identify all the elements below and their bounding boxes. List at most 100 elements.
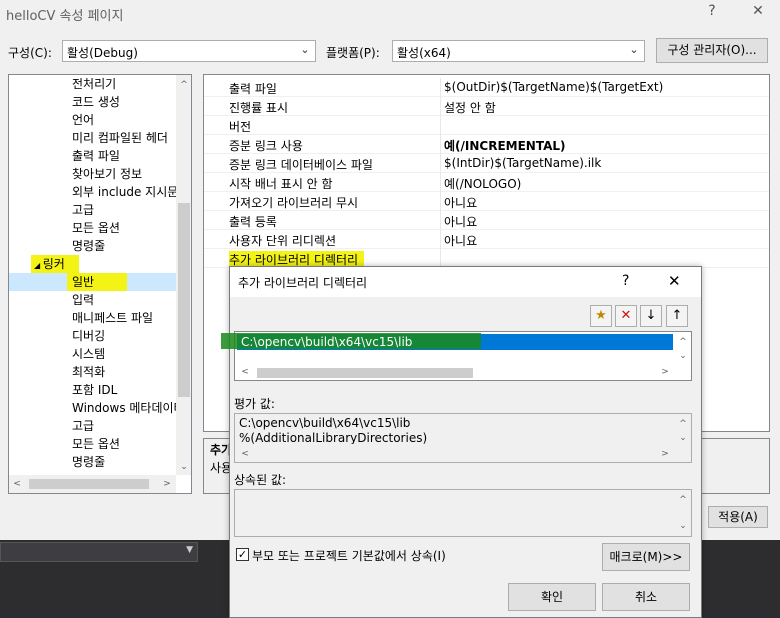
property-row[interactable]: 출력 파일 $(OutDir)$(TargetName)$(TargetExt): [204, 78, 769, 97]
column-divider: [440, 211, 441, 230]
property-row[interactable]: 진행률 표시 설정 안 함: [204, 97, 769, 116]
directory-entry[interactable]: C:\opencv\build\x64\vc15\lib: [241, 335, 412, 349]
inherit-checkbox-label[interactable]: 부모 또는 프로젝트 기본값에서 상속(I): [252, 547, 446, 564]
tree-item-linker[interactable]: ◢ 링커: [31, 255, 79, 273]
property-row[interactable]: 시작 배너 표시 안 함 예(/NOLOGO): [204, 173, 769, 192]
collapse-triangle-icon[interactable]: ◢: [34, 261, 43, 270]
tree-item[interactable]: 명령줄: [72, 453, 105, 471]
tree-item[interactable]: 고급: [72, 201, 94, 219]
dialog-close-button[interactable]: ✕: [668, 272, 681, 290]
column-divider: [440, 78, 441, 97]
property-row[interactable]: 버전: [204, 116, 769, 135]
scroll-right-icon[interactable]: >: [657, 364, 673, 380]
property-value[interactable]: 아니요: [444, 194, 477, 211]
property-value[interactable]: 설정 안 함: [444, 99, 496, 116]
inherited-label: 상속된 값:: [234, 473, 287, 487]
column-divider: [440, 192, 441, 211]
tree-item[interactable]: 찾아보기 정보: [72, 165, 142, 183]
config-value: 활성(Debug): [67, 46, 138, 60]
column-divider: [440, 230, 441, 249]
chevron-down-icon: ⌄: [300, 43, 310, 56]
property-row[interactable]: 가져오기 라이브러리 무시 아니요: [204, 192, 769, 211]
property-row[interactable]: 사용자 단위 리디렉션 아니요: [204, 230, 769, 249]
column-divider: [440, 173, 441, 192]
tree-item[interactable]: 명령줄: [72, 237, 105, 255]
close-button[interactable]: ✕: [744, 3, 772, 23]
directory-list[interactable]: C:\opencv\build\x64\vc15\lib ^ ⌄ < >: [221, 331, 692, 381]
apply-button[interactable]: 적용(A): [708, 506, 768, 528]
property-value[interactable]: 예(/INCREMENTAL): [444, 137, 566, 154]
cancel-button[interactable]: 취소: [602, 583, 690, 611]
tree-item[interactable]: 출력 파일: [72, 147, 120, 165]
tree-item[interactable]: 포함 IDL: [72, 381, 117, 399]
scroll-up-icon[interactable]: ^: [675, 492, 691, 508]
tree-item[interactable]: 최적화: [72, 363, 105, 381]
dialog-help-button[interactable]: ?: [622, 273, 629, 289]
tree-item[interactable]: 언어: [72, 111, 94, 129]
scroll-down-icon[interactable]: ⌄: [675, 430, 691, 446]
tree-item[interactable]: 모든 옵션: [72, 435, 120, 453]
category-tree: 전처리기 코드 생성 언어 미리 컴파일된 헤더 출력 파일 찾아보기 정보 외부 incl…: [8, 74, 192, 494]
list-hscroll-thumb[interactable]: [257, 368, 473, 378]
inherited-value-box: ^ ⌄: [234, 489, 692, 537]
property-value[interactable]: $(IntDir)$(TargetName).ilk: [444, 156, 601, 170]
tree-item[interactable]: 미리 컴파일된 헤더: [72, 129, 168, 147]
scroll-left-icon[interactable]: <: [237, 364, 253, 380]
scroll-right-icon[interactable]: >: [657, 446, 673, 462]
property-name: 출력 등록: [229, 215, 277, 229]
property-value[interactable]: 아니요: [444, 213, 477, 230]
evaluated-line-2: %(AdditionalLibraryDirectories): [239, 431, 428, 444]
tree-item[interactable]: 시스템: [72, 345, 105, 363]
property-name: 출력 파일: [229, 82, 277, 96]
tree-item[interactable]: 고급: [72, 417, 94, 435]
property-name: 버전: [229, 120, 252, 134]
help-button[interactable]: ?: [698, 3, 726, 23]
scroll-down-icon[interactable]: ⌄: [675, 518, 691, 534]
property-row[interactable]: 증분 링크 사용 예(/INCREMENTAL): [204, 135, 769, 154]
property-row[interactable]: 출력 등록 아니요: [204, 211, 769, 230]
config-manager-button[interactable]: 구성 관리자(O)...: [656, 38, 768, 63]
tree-item[interactable]: 디버깅: [72, 327, 105, 345]
property-name: 시작 배너 표시 안 함: [229, 177, 333, 191]
tree-item[interactable]: 모든 옵션: [72, 219, 120, 237]
new-line-icon[interactable]: ★: [590, 305, 612, 327]
ok-button[interactable]: 확인: [508, 583, 596, 611]
move-down-icon[interactable]: ↓: [640, 305, 662, 327]
tree-scroll-thumb[interactable]: [178, 203, 190, 397]
tree-item[interactable]: 입력: [72, 291, 94, 309]
property-value[interactable]: 예(/NOLOGO): [444, 175, 521, 192]
property-value[interactable]: $(OutDir)$(TargetName)$(TargetExt): [444, 80, 663, 94]
scroll-up-icon[interactable]: ^: [176, 77, 191, 93]
scroll-left-icon[interactable]: <: [237, 446, 253, 462]
move-up-icon[interactable]: ↑: [666, 305, 688, 327]
scroll-down-icon[interactable]: ⌄: [675, 348, 691, 364]
column-divider: [440, 154, 441, 173]
macro-button[interactable]: 매크로(M)>>: [602, 543, 690, 571]
tree-scrollbar-horizontal[interactable]: < >: [9, 475, 176, 493]
property-row[interactable]: 증분 링크 데이터베이스 파일 $(IntDir)$(TargetName).il…: [204, 154, 769, 173]
tree-item[interactable]: 전처리기: [72, 75, 116, 93]
tree-item-general[interactable]: 일반: [67, 273, 127, 291]
scroll-right-icon[interactable]: >: [159, 476, 175, 492]
property-value[interactable]: 아니요: [444, 232, 477, 249]
config-combo[interactable]: 활성(Debug) ⌄: [62, 40, 316, 62]
platform-value: 활성(x64): [397, 46, 451, 60]
column-divider: [440, 116, 441, 135]
column-divider: [440, 135, 441, 154]
inherit-checkbox[interactable]: ✓: [236, 548, 249, 561]
tree-item[interactable]: 외부 include 지시문: [72, 183, 178, 201]
property-name: 가져오기 라이브러리 무시: [229, 196, 359, 210]
property-name: 증분 링크 사용: [229, 139, 303, 153]
platform-combo[interactable]: 활성(x64) ⌄: [392, 40, 645, 62]
chevron-down-icon: ⌄: [629, 43, 639, 56]
config-label: 구성(C):: [8, 46, 52, 60]
tree-scrollbar-vertical[interactable]: ^ ⌄: [176, 75, 191, 475]
tree-item[interactable]: 매니페스트 파일: [72, 309, 153, 327]
tree-item[interactable]: Windows 메타데이터: [72, 399, 185, 417]
tree-hscroll-thumb[interactable]: [29, 479, 149, 489]
platform-label: 플랫폼(P):: [326, 46, 380, 60]
scroll-down-icon[interactable]: ⌄: [176, 459, 191, 475]
scroll-left-icon[interactable]: <: [9, 476, 25, 492]
tree-item[interactable]: 코드 생성: [72, 93, 120, 111]
delete-icon[interactable]: ✕: [615, 305, 637, 327]
